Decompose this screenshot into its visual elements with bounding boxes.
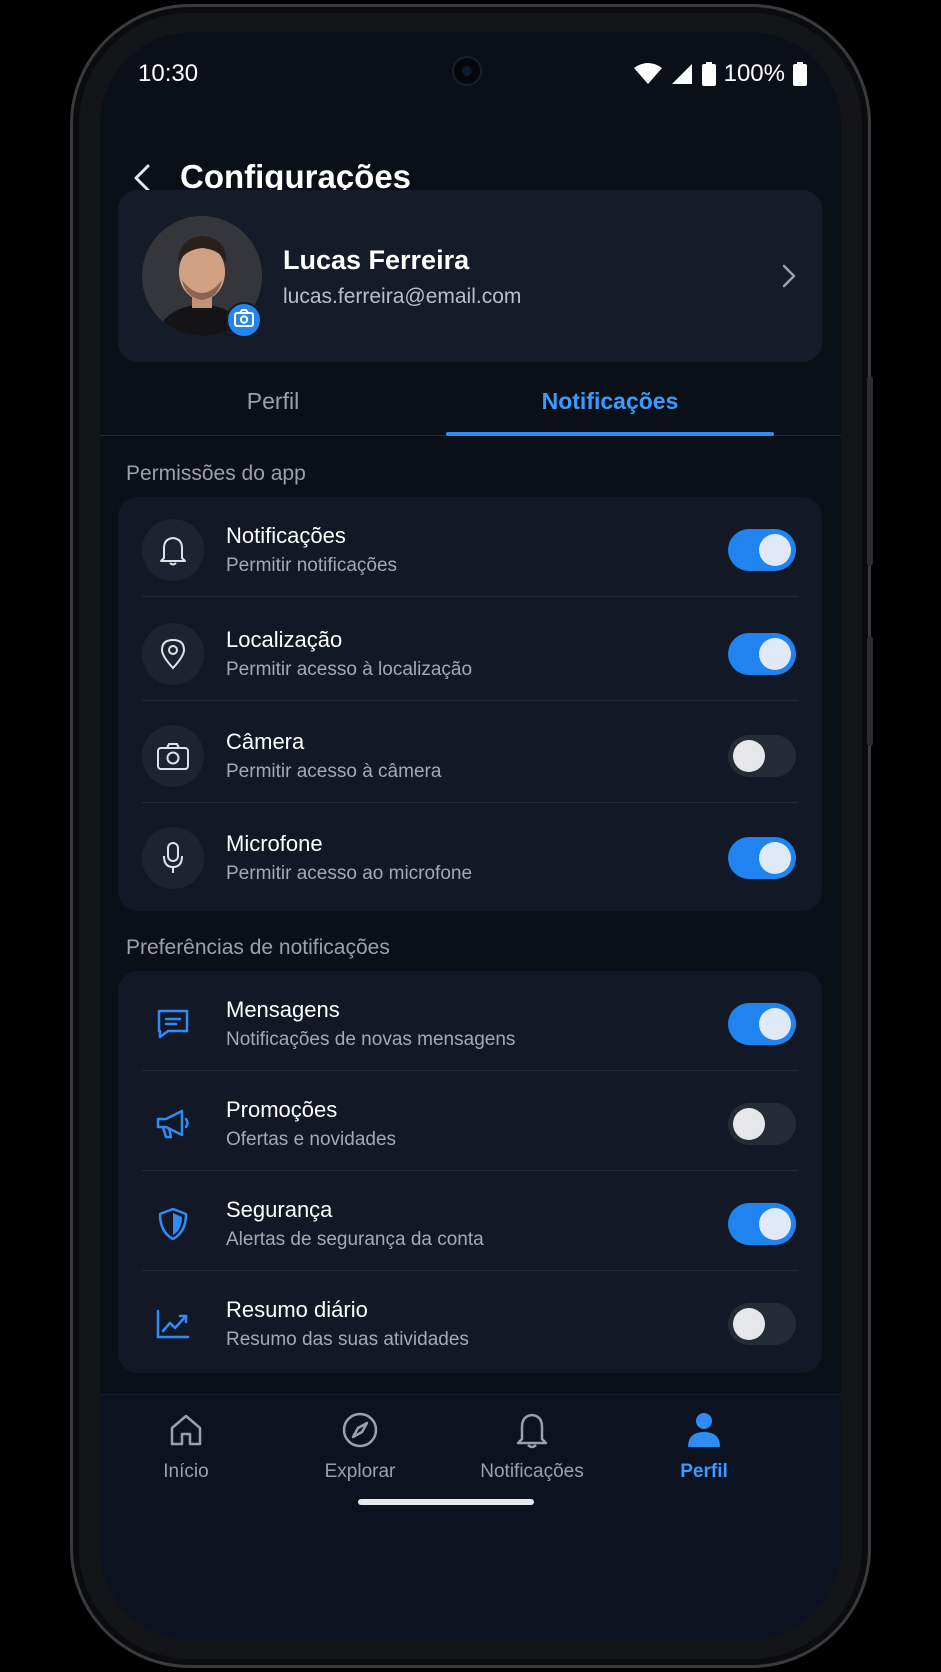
messages-toggle[interactable] bbox=[728, 1003, 796, 1045]
toggle-knob bbox=[759, 638, 791, 670]
status-bar: 10:30 100% bbox=[100, 52, 841, 92]
profile-name: Lucas Ferreira bbox=[283, 245, 470, 275]
toggle-knob bbox=[759, 1008, 791, 1040]
status-time: 10:30 bbox=[138, 60, 199, 87]
preference-row-daily-summary[interactable]: Resumo diário Resumo das suas atividades bbox=[118, 1271, 822, 1371]
message-icon bbox=[142, 993, 204, 1055]
bell-icon bbox=[142, 519, 204, 581]
security-toggle[interactable] bbox=[728, 1203, 796, 1245]
promotions-toggle[interactable] bbox=[728, 1103, 796, 1145]
nav-label: Início bbox=[163, 1461, 209, 1482]
battery-percent: 100% bbox=[723, 60, 785, 87]
preference-title: Segurança bbox=[226, 1197, 333, 1222]
change-photo-button[interactable] bbox=[226, 302, 262, 338]
home-indicator[interactable] bbox=[358, 1499, 534, 1505]
nav-label: Explorar bbox=[324, 1461, 396, 1482]
nav-item-perfil[interactable]: Perfil bbox=[624, 1409, 784, 1483]
permission-row-notifications[interactable]: Notificações Permitir notificações bbox=[118, 497, 822, 597]
battery-icon bbox=[701, 62, 716, 86]
bottom-nav: Início Explorar Notificações Perfil bbox=[100, 1394, 841, 1640]
home-icon bbox=[106, 1409, 266, 1451]
toggle-knob bbox=[759, 842, 791, 874]
preference-row-promotions[interactable]: Promoções Ofertas e novidades bbox=[118, 1071, 822, 1171]
permission-title: Notificações bbox=[226, 523, 346, 548]
location-toggle[interactable] bbox=[728, 633, 796, 675]
microphone-toggle[interactable] bbox=[728, 837, 796, 879]
preference-subtitle: Resumo das suas atividades bbox=[226, 1329, 469, 1350]
preference-row-security[interactable]: Segurança Alertas de segurança da conta bbox=[118, 1171, 822, 1271]
toggle-knob bbox=[733, 740, 765, 772]
chevron-right-icon bbox=[776, 262, 800, 290]
toggle-knob bbox=[733, 1108, 765, 1140]
toggle-knob bbox=[759, 534, 791, 566]
microphone-icon bbox=[142, 827, 204, 889]
nav-label: Perfil bbox=[680, 1461, 728, 1482]
divider bbox=[142, 700, 798, 701]
preference-title: Promoções bbox=[226, 1097, 338, 1122]
permission-subtitle: Permitir acesso ao microfone bbox=[226, 863, 473, 884]
megaphone-icon bbox=[142, 1093, 204, 1155]
power-button bbox=[867, 636, 873, 746]
toggle-knob bbox=[759, 1208, 791, 1240]
toggle-knob bbox=[733, 1308, 765, 1340]
permission-row-camera[interactable]: Câmera Permitir acesso à câmera bbox=[118, 703, 822, 803]
bell-icon bbox=[452, 1409, 612, 1451]
tab-notificacoes[interactable]: Notificações bbox=[446, 388, 774, 415]
nav-label: Notificações bbox=[480, 1461, 584, 1482]
shield-icon bbox=[142, 1193, 204, 1255]
compass-icon bbox=[280, 1409, 440, 1451]
preference-row-messages[interactable]: Mensagens Notificações de novas mensagen… bbox=[118, 971, 822, 1071]
active-tab-indicator bbox=[446, 432, 774, 436]
section-label-permissions: Permissões do app bbox=[126, 462, 306, 485]
signal-icon bbox=[670, 63, 694, 85]
profile-card[interactable]: Lucas Ferreira lucas.ferreira@email.com bbox=[118, 190, 822, 362]
permission-subtitle: Permitir notificações bbox=[226, 555, 398, 576]
permission-subtitle: Permitir acesso à localização bbox=[226, 659, 473, 680]
camera-toggle[interactable] bbox=[728, 735, 796, 777]
profile-email: lucas.ferreira@email.com bbox=[283, 285, 522, 308]
permission-row-location[interactable]: Localização Permitir acesso à localizaçã… bbox=[118, 601, 822, 701]
preference-subtitle: Ofertas e novidades bbox=[226, 1129, 397, 1150]
notifications-toggle[interactable] bbox=[728, 529, 796, 571]
permission-row-microphone[interactable]: Microfone Permitir acesso ao microfone bbox=[118, 805, 822, 905]
nav-item-inicio[interactable]: Início bbox=[106, 1409, 266, 1483]
tab-bar: Perfil Notificações bbox=[100, 370, 841, 436]
nav-item-notificacoes[interactable]: Notificações bbox=[452, 1409, 612, 1483]
preference-subtitle: Alertas de segurança da conta bbox=[226, 1229, 484, 1250]
divider bbox=[142, 802, 798, 803]
preference-title: Mensagens bbox=[226, 997, 340, 1022]
battery-icon-end bbox=[793, 62, 807, 86]
camera-icon bbox=[142, 725, 204, 787]
preference-subtitle: Notificações de novas mensagens bbox=[226, 1029, 516, 1050]
permission-title: Câmera bbox=[226, 729, 305, 754]
screen: 10:30 100% Configurações Lucas Ferreira … bbox=[100, 32, 841, 1640]
camera-icon bbox=[234, 308, 254, 332]
daily-summary-toggle[interactable] bbox=[728, 1303, 796, 1345]
user-icon bbox=[624, 1409, 784, 1451]
divider bbox=[142, 596, 798, 597]
chart-icon bbox=[142, 1293, 204, 1355]
preferences-group: Mensagens Notificações de novas mensagen… bbox=[118, 971, 822, 1373]
location-pin-icon bbox=[142, 623, 204, 685]
permission-subtitle: Permitir acesso à câmera bbox=[226, 761, 442, 782]
permissions-group: Notificações Permitir notificações Local… bbox=[118, 497, 822, 911]
nav-item-explorar[interactable]: Explorar bbox=[280, 1409, 440, 1483]
wifi-icon bbox=[633, 63, 662, 85]
preference-title: Resumo diário bbox=[226, 1297, 368, 1322]
permission-title: Microfone bbox=[226, 831, 323, 856]
permission-title: Localização bbox=[226, 627, 343, 652]
volume-button bbox=[867, 376, 873, 566]
tab-perfil[interactable]: Perfil bbox=[100, 388, 446, 415]
section-label-preferences: Preferências de notificações bbox=[126, 936, 390, 959]
